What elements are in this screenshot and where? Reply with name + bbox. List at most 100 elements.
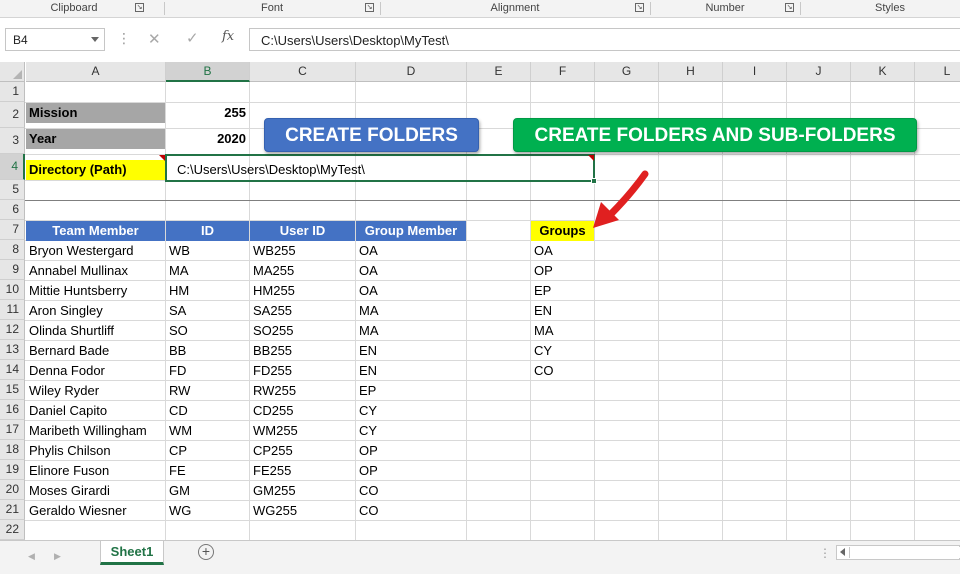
table-cell[interactable]: Phylis Chilson: [26, 441, 165, 461]
table-cell[interactable]: RW: [166, 381, 249, 401]
row-header-2[interactable]: 2: [0, 102, 25, 128]
table-cell[interactable]: Olinda Shurtliff: [26, 321, 165, 341]
table-cell[interactable]: FE255: [250, 461, 355, 481]
plus-circle-icon[interactable]: +: [198, 544, 214, 560]
group-item[interactable]: OP: [531, 261, 594, 281]
table-cell[interactable]: Wiley Ryder: [26, 381, 165, 401]
table-cell[interactable]: CO: [356, 481, 466, 501]
table-cell[interactable]: Bernard Bade: [26, 341, 165, 361]
column-header-k[interactable]: K: [851, 62, 915, 82]
select-all-corner[interactable]: [0, 62, 25, 82]
table-header-user-id[interactable]: User ID: [250, 221, 355, 241]
group-item[interactable]: CY: [531, 341, 594, 361]
sheet-tab-sheet1[interactable]: Sheet1: [100, 541, 164, 565]
mission-value-cell[interactable]: 255: [166, 103, 249, 123]
table-cell[interactable]: MA255: [250, 261, 355, 281]
row-header-13[interactable]: 13: [0, 340, 25, 360]
table-cell[interactable]: SO: [166, 321, 249, 341]
table-cell[interactable]: CD255: [250, 401, 355, 421]
table-cell[interactable]: WM255: [250, 421, 355, 441]
group-item[interactable]: OA: [531, 241, 594, 261]
table-cell[interactable]: Annabel Mullinax: [26, 261, 165, 281]
table-cell[interactable]: Elinore Fuson: [26, 461, 165, 481]
directory-label-cell[interactable]: Directory (Path): [26, 160, 165, 180]
row-header-3[interactable]: 3: [0, 128, 25, 154]
table-cell[interactable]: CP: [166, 441, 249, 461]
dialog-launcher-icon[interactable]: ↘: [635, 3, 644, 12]
column-header-e[interactable]: E: [467, 62, 531, 82]
table-header-id[interactable]: ID: [166, 221, 249, 241]
year-value-cell[interactable]: 2020: [166, 129, 249, 149]
column-header-l[interactable]: L: [915, 62, 960, 82]
table-cell[interactable]: Aron Singley: [26, 301, 165, 321]
table-cell[interactable]: CO: [356, 501, 466, 521]
table-cell[interactable]: RW255: [250, 381, 355, 401]
table-cell[interactable]: CY: [356, 401, 466, 421]
row-header-21[interactable]: 21: [0, 500, 25, 520]
table-cell[interactable]: GM255: [250, 481, 355, 501]
scroll-tabs-right-icon[interactable]: ▶: [54, 551, 61, 562]
mission-label-cell[interactable]: Mission: [26, 103, 165, 123]
table-cell[interactable]: FE: [166, 461, 249, 481]
row-header-8[interactable]: 8: [0, 240, 25, 260]
scrollbar-thumb[interactable]: [849, 547, 960, 558]
tab-splitter-icon[interactable]: ⋮: [819, 546, 831, 560]
row-header-14[interactable]: 14: [0, 360, 25, 380]
group-item[interactable]: CO: [531, 361, 594, 381]
table-cell[interactable]: WM: [166, 421, 249, 441]
row-header-16[interactable]: 16: [0, 400, 25, 420]
table-cell[interactable]: SO255: [250, 321, 355, 341]
group-item[interactable]: EN: [531, 301, 594, 321]
row-header-1[interactable]: 1: [0, 82, 25, 102]
table-cell[interactable]: BB: [166, 341, 249, 361]
row-header-12[interactable]: 12: [0, 320, 25, 340]
formula-input[interactable]: C:\Users\Users\Desktop\MyTest\: [249, 28, 960, 51]
table-cell[interactable]: WB: [166, 241, 249, 261]
spreadsheet-grid[interactable]: ABCDEFGHIJKL 1 2 3 4 5 6 7 8 9 10 11 12 13 14 15 16 17 18…: [0, 62, 960, 540]
table-cell[interactable]: GM: [166, 481, 249, 501]
column-header-a[interactable]: A: [26, 62, 166, 82]
create-subfolders-button[interactable]: CREATE FOLDERS AND SUB-FOLDERS: [513, 118, 917, 152]
row-header-5[interactable]: 5: [0, 180, 25, 200]
table-cell[interactable]: Daniel Capito: [26, 401, 165, 421]
column-header-h[interactable]: H: [659, 62, 723, 82]
dialog-launcher-icon[interactable]: ↘: [135, 3, 144, 12]
column-header-i[interactable]: I: [723, 62, 787, 82]
row-header-18[interactable]: 18: [0, 440, 25, 460]
group-item[interactable]: EP: [531, 281, 594, 301]
column-header-b[interactable]: B: [166, 62, 250, 82]
table-cell[interactable]: OA: [356, 281, 466, 301]
row-header-22[interactable]: 22: [0, 520, 25, 540]
dialog-launcher-icon[interactable]: ↘: [785, 3, 794, 12]
row-header-11[interactable]: 11: [0, 300, 25, 320]
row-header-6[interactable]: 6: [0, 200, 25, 220]
table-cell[interactable]: Maribeth Willingham: [26, 421, 165, 441]
year-label-cell[interactable]: Year: [26, 129, 165, 149]
table-cell[interactable]: EN: [356, 361, 466, 381]
table-cell[interactable]: SA: [166, 301, 249, 321]
column-header-c[interactable]: C: [250, 62, 356, 82]
scroll-left-icon[interactable]: [840, 548, 845, 556]
table-cell[interactable]: HM: [166, 281, 249, 301]
row-header-9[interactable]: 9: [0, 260, 25, 280]
comment-indicator-icon[interactable]: [588, 155, 594, 161]
create-folders-button[interactable]: CREATE FOLDERS: [264, 118, 479, 152]
table-cell[interactable]: OP: [356, 461, 466, 481]
table-cell[interactable]: EP: [356, 381, 466, 401]
chevron-down-icon[interactable]: [91, 37, 99, 42]
column-header-g[interactable]: G: [595, 62, 659, 82]
table-cell[interactable]: BB255: [250, 341, 355, 361]
table-cell[interactable]: FD: [166, 361, 249, 381]
close-icon[interactable]: ✕: [148, 30, 161, 48]
table-cell[interactable]: Denna Fodor: [26, 361, 165, 381]
horizontal-scrollbar[interactable]: [836, 545, 960, 560]
table-cell[interactable]: Bryon Westergard: [26, 241, 165, 261]
table-cell[interactable]: OA: [356, 241, 466, 261]
table-cell[interactable]: WB255: [250, 241, 355, 261]
table-cell[interactable]: HM255: [250, 281, 355, 301]
row-header-15[interactable]: 15: [0, 380, 25, 400]
table-cell[interactable]: OP: [356, 441, 466, 461]
check-icon[interactable]: ✓: [186, 29, 199, 47]
row-header-10[interactable]: 10: [0, 280, 25, 300]
table-cell[interactable]: MA: [166, 261, 249, 281]
